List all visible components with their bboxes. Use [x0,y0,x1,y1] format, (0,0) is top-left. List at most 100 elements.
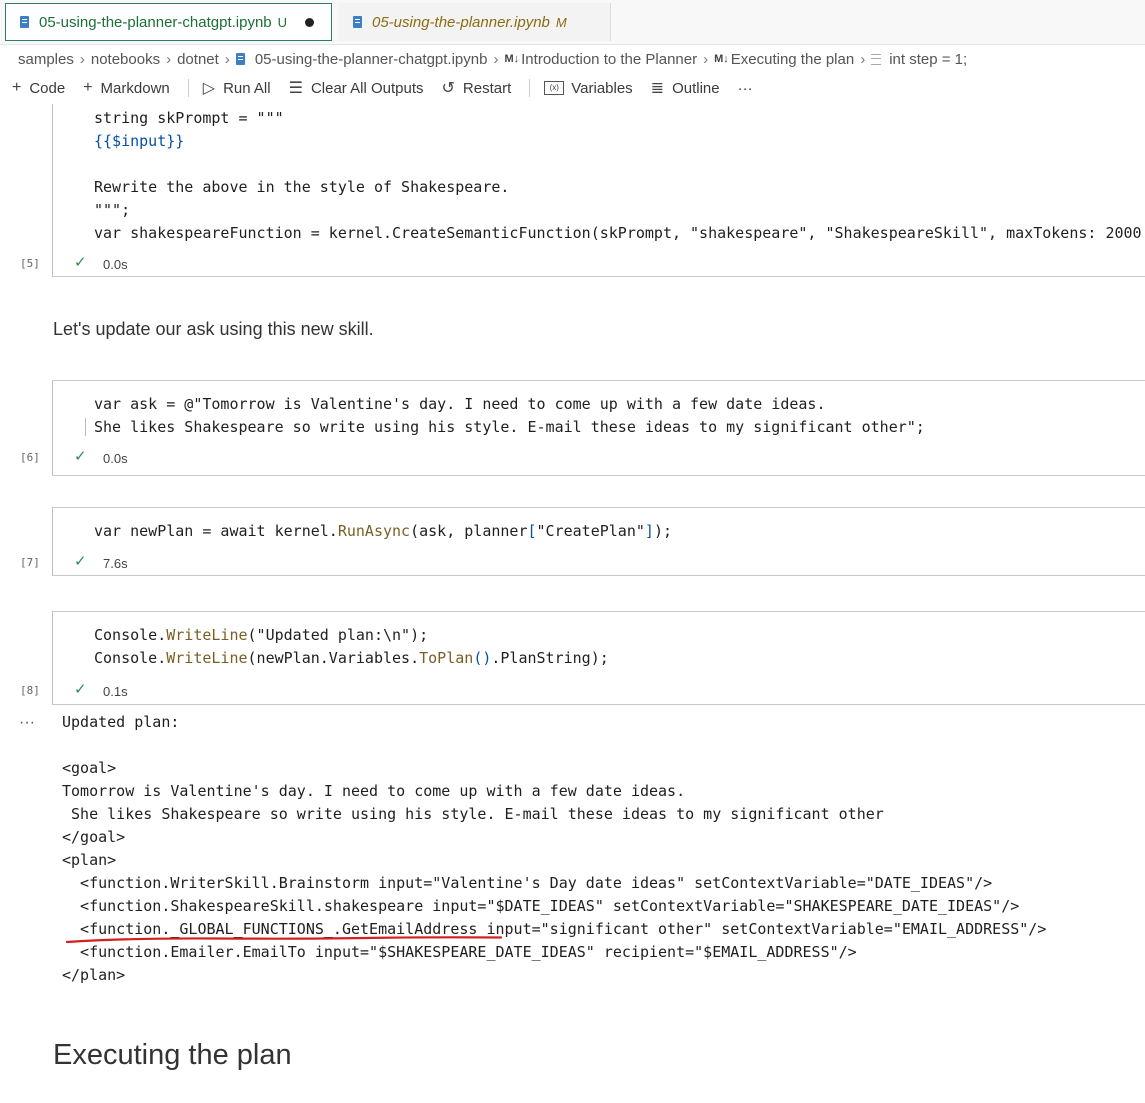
code-method: WriteLine [166,649,248,667]
output-line: She likes Shakespeare so write using his… [62,805,884,823]
button-label: Clear All Outputs [310,79,424,97]
output-line: </plan> [62,966,126,984]
unsaved-dot-icon[interactable] [305,17,315,27]
tab-label: 05-using-the-planner-chatgpt.ipynb [39,13,272,31]
code-cell-8-source[interactable]: Console.WriteLine("Updated plan:\n"); Con… [94,624,609,670]
code-cell-7-source[interactable]: var newPlan = await kernel.RunAsync(ask,… [94,520,672,543]
more-actions-button[interactable]: ··· [738,80,753,97]
code-text: She likes Shakespeare so write using his… [85,418,925,436]
clear-outputs-icon: ☰ [288,80,303,97]
button-label: Outline [672,79,720,97]
variables-icon: (x) [544,81,565,95]
variables-button[interactable]: (x) Variables [544,79,633,97]
plus-icon: + [12,79,22,96]
text-lines-icon [871,53,882,65]
button-label: Code [29,79,66,97]
code-bracket: () [473,649,492,667]
chevron-right-icon: › [224,50,230,68]
markdown-icon: M↓ [504,53,520,65]
breadcrumb-item[interactable]: notebooks [91,51,160,68]
chevron-right-icon: › [79,50,85,68]
add-code-cell-button[interactable]: + Code [12,79,65,97]
button-label: Restart [462,79,512,97]
outline-button[interactable]: ≣ Outline [651,78,720,98]
code-line: Console.WriteLine(newPlan.Variables.ToPl… [94,647,609,670]
code-line: Rewrite the above in the style of Shakes… [94,178,510,196]
execution-count: [8] [20,684,40,697]
notebook-toolbar: + Code + Markdown ▷ Run All ☰ Clear All … [12,76,771,100]
success-check-icon: ✓ [74,681,87,698]
run-all-icon: ▷ [202,80,216,97]
output-line: <function.WriterSkill.Brainstorm input="… [62,874,993,892]
tab-chatgpt-notebook[interactable]: 05-using-the-planner-chatgpt.ipynb U [5,3,332,41]
code-cell-6-source[interactable]: var ask = @"Tomorrow is Valentine's day.… [85,393,925,439]
red-underline-annotation [66,936,502,944]
modified-badge: M [555,14,567,30]
execution-time: 0.0s [103,451,128,466]
code-line: var ask = @"Tomorrow is Valentine's day.… [94,395,826,413]
button-label: Run All [223,79,271,97]
code-text: (ask, planner [410,522,528,540]
outline-icon: ≣ [650,80,665,97]
add-markdown-cell-button[interactable]: + Markdown [83,79,170,97]
code-line: """; [94,201,131,219]
restart-button[interactable]: ↺ Restart [442,78,512,98]
breadcrumb-item[interactable]: int step = 1; [889,51,967,68]
tab-planner-notebook[interactable]: 05-using-the-planner.ipynb M [339,3,611,41]
section-heading: Executing the plan [53,1039,292,1071]
output-line: <function.ShakespeareSkill.shakespeare i… [62,897,1020,915]
breadcrumb: samples › notebooks › dotnet › 05-using-… [18,48,967,70]
code-text: var newPlan = await kernel. [94,522,338,540]
code-line: string skPrompt = """ [94,109,284,127]
red-underline-stroke [66,936,502,944]
success-check-icon: ✓ [74,448,87,465]
restart-icon: ↺ [441,80,455,97]
plus-icon: + [83,79,93,96]
breadcrumb-item[interactable]: Introduction to the Planner [521,51,697,68]
output-actions-icon[interactable]: ··· [19,714,35,732]
execution-time: 0.0s [103,257,128,272]
code-text: (newPlan.Variables. [247,649,420,667]
execution-count: [5] [20,257,40,270]
cell-8-output: Updated plan: <goal> Tomorrow is Valentin… [62,711,1046,987]
execution-time: 7.6s [103,556,128,571]
code-line: Console.WriteLine("Updated plan:\n"); [94,624,609,647]
code-text: Console. [94,626,167,644]
toolbar-divider [529,79,531,97]
toolbar-divider [187,79,189,97]
chevron-right-icon: › [166,50,172,68]
button-label: Variables [571,79,633,97]
button-label: Markdown [100,79,170,97]
chevron-right-icon: › [860,50,866,68]
chevron-right-icon: › [493,50,499,68]
breadcrumb-item[interactable]: samples [18,51,74,68]
code-string: "CreatePlan" [536,522,645,540]
code-bracket: ] [644,522,654,540]
code-text: .PlanString); [491,649,609,667]
run-all-button[interactable]: ▷ Run All [203,78,271,98]
code-line: {{$input}} [94,130,1142,153]
code-text: ); [653,522,672,540]
output-line: <function.Emailer.EmailTo input="$SHAKES… [62,943,857,961]
markdown-text: Let's update our ask using this new skil… [53,319,374,339]
chevron-right-icon: › [703,50,709,68]
code-text: Console. [94,649,167,667]
code-line: var shakespeareFunction = kernel.CreateS… [94,224,1142,242]
breadcrumb-item[interactable]: 05-using-the-planner-chatgpt.ipynb [255,51,488,68]
output-line: </goal> [62,828,126,846]
code-line: She likes Shakespeare so write using his… [85,416,925,439]
execution-count: [6] [20,451,40,464]
execution-time: 0.1s [103,684,128,699]
code-cell-5-source[interactable]: string skPrompt = """ {{$input}} Rewrite … [94,107,1142,245]
notebook-icon [235,53,245,65]
clear-all-outputs-button[interactable]: ☰ Clear All Outputs [289,78,424,98]
output-line: <goal> [62,759,117,777]
success-check-icon: ✓ [74,254,87,271]
more-icon: ··· [737,79,753,97]
breadcrumb-item[interactable]: Executing the plan [731,51,854,68]
breadcrumb-item[interactable]: dotnet [177,51,219,68]
execution-count: [7] [20,556,40,569]
markdown-icon: M↓ [714,53,729,65]
code-method: RunAsync [337,522,411,540]
